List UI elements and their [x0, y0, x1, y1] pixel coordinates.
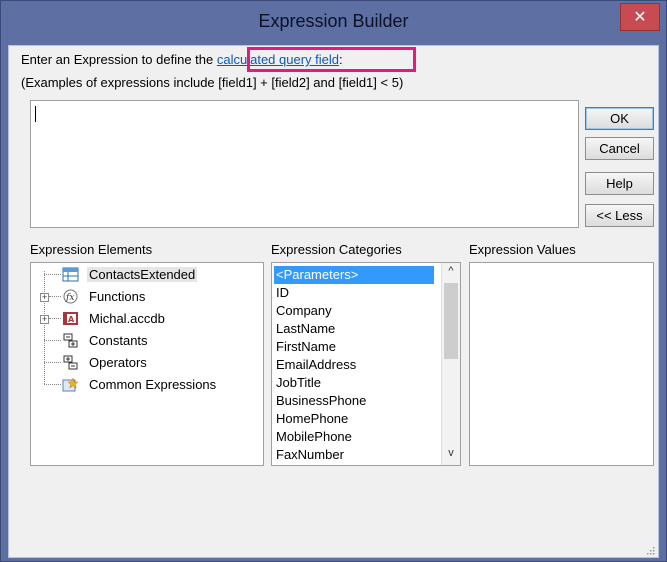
less-button[interactable]: << Less [585, 204, 654, 227]
instruction-suffix: : [339, 52, 343, 67]
ok-button[interactable]: OK [585, 107, 654, 130]
category-item[interactable]: EmailAddress [276, 356, 356, 374]
text-caret [35, 106, 36, 122]
instruction-prefix: Enter an Expression to define the [21, 52, 217, 67]
instruction-line-2: (Examples of expressions include [field1… [21, 75, 404, 90]
tree-item-common-expressions[interactable]: Common Expressions [31, 375, 263, 395]
database-icon: A [63, 312, 78, 325]
function-icon: fx [63, 289, 78, 304]
category-item[interactable]: HomePhone [276, 410, 348, 428]
expression-elements-tree[interactable]: ContactsExtended + fx Functions + A Mich… [30, 262, 264, 466]
category-item[interactable]: FaxNumber [276, 446, 344, 464]
tree-item-label: Operators [89, 355, 147, 370]
instruction-line-1: Enter an Expression to define the calcul… [21, 52, 343, 67]
scroll-down-icon[interactable]: v [446, 447, 456, 459]
tree-item-label: Common Expressions [89, 377, 217, 392]
title-bar[interactable]: Expression Builder ✕ [1, 1, 666, 45]
dialog-body: Enter an Expression to define the calcul… [8, 45, 659, 558]
tree-item-label: ContactsExtended [87, 267, 198, 282]
expression-values-list[interactable] [469, 262, 654, 466]
category-item-parameters[interactable]: <Parameters> [274, 266, 434, 284]
expression-editor[interactable] [30, 100, 579, 228]
resize-grip-icon[interactable] [645, 545, 655, 555]
expression-elements-label: Expression Elements [30, 242, 153, 257]
expression-categories-list[interactable]: <Parameters> ID Company LastName FirstNa… [271, 262, 461, 466]
tree-item-contactsextended[interactable]: ContactsExtended [31, 265, 263, 285]
svg-text:A: A [68, 315, 75, 324]
category-item[interactable]: ID [276, 284, 289, 302]
expand-icon[interactable]: + [40, 293, 49, 302]
cancel-button[interactable]: Cancel [585, 137, 654, 160]
category-item[interactable]: FirstName [276, 338, 336, 356]
category-item[interactable]: JobTitle [276, 374, 321, 392]
constants-icon [63, 333, 78, 348]
tree-item-label: Functions [89, 289, 146, 304]
tree-item-operators[interactable]: Operators [31, 353, 263, 373]
category-item[interactable]: LastName [276, 320, 335, 338]
tree-item-michal-accdb[interactable]: + A Michal.accdb [31, 309, 263, 329]
categories-scrollbar[interactable]: ^ v [441, 263, 460, 465]
expression-categories-label: Expression Categories [271, 242, 402, 257]
category-item[interactable]: BusinessPhone [276, 392, 366, 410]
help-button[interactable]: Help [585, 172, 654, 195]
common-expressions-icon [62, 377, 79, 392]
close-icon: ✕ [633, 9, 647, 26]
scrollbar-thumb[interactable] [444, 283, 458, 359]
window-title: Expression Builder [258, 11, 409, 31]
expression-values-label: Expression Values [469, 242, 576, 257]
close-button[interactable]: ✕ [620, 3, 660, 31]
tree-item-label: Constants [89, 333, 148, 348]
tree-item-constants[interactable]: Constants [31, 331, 263, 351]
expand-icon[interactable]: + [40, 315, 49, 324]
scroll-up-icon[interactable]: ^ [446, 265, 456, 277]
category-item[interactable]: Company [276, 302, 332, 320]
calculated-query-field-link[interactable]: calculated query field [217, 52, 339, 67]
query-icon [62, 267, 79, 282]
tree-item-label: Michal.accdb [89, 311, 165, 326]
svg-text:fx: fx [65, 293, 74, 303]
expression-builder-window: Expression Builder ✕ Enter an Expression… [0, 0, 667, 562]
operators-icon [63, 355, 78, 370]
category-item[interactable]: MobilePhone [276, 428, 352, 446]
tree-item-functions[interactable]: + fx Functions [31, 287, 263, 307]
